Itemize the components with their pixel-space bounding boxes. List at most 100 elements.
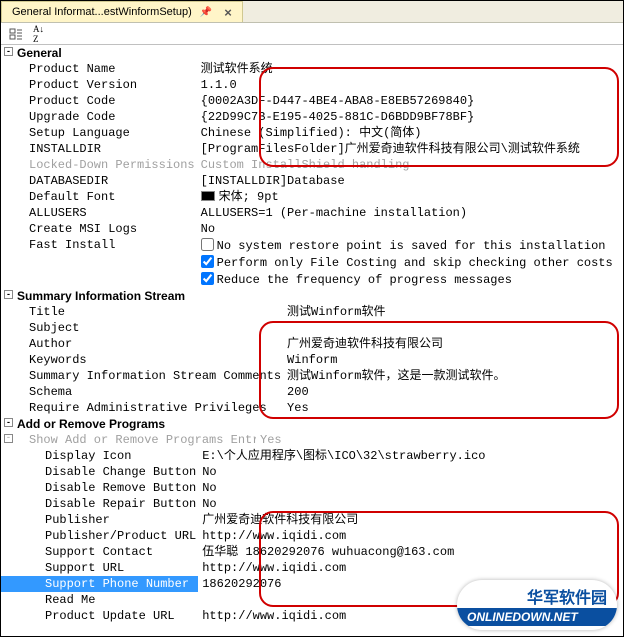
property-value[interactable]: 伍华聪 18620292076 wuhuacong@163.com xyxy=(198,544,487,560)
property-value[interactable]: 测试软件系统 xyxy=(197,61,615,77)
property-value[interactable]: http://www.iqidi.com xyxy=(198,528,487,544)
collapse-icon[interactable]: - xyxy=(4,418,13,427)
property-row[interactable]: Default Font 宋体; 9pt xyxy=(1,189,615,205)
property-label: Disable Remove Button xyxy=(1,481,196,495)
property-label: Keywords xyxy=(1,353,87,367)
close-icon[interactable]: × xyxy=(220,5,236,20)
property-value[interactable]: {22D99C7B-E195-4025-881C-D6BDD9BF78BF} xyxy=(197,109,615,125)
watermark-url: ONLINEDOWN.NET xyxy=(457,608,617,626)
property-row[interactable]: Upgrade Code{22D99C7B-E195-4025-881C-D6B… xyxy=(1,109,615,125)
property-value[interactable]: http://www.iqidi.com xyxy=(198,608,487,624)
property-label: Setup Language xyxy=(1,126,130,140)
collapse-icon[interactable]: - xyxy=(4,47,13,56)
checkbox[interactable] xyxy=(201,238,214,251)
property-value[interactable]: E:\个人应用程序\图标\ICO\32\strawberry.ico xyxy=(198,448,487,464)
property-row[interactable]: Product Update URL http://www.iqidi.com xyxy=(1,608,487,624)
property-value[interactable]: 测试Winform软件，这是一款测试软件。 xyxy=(283,368,507,384)
property-row[interactable]: Require Administrative PrivilegesYes xyxy=(1,400,507,416)
property-row[interactable]: Publisher 广州爱奇迪软件科技有限公司 xyxy=(1,512,487,528)
property-value[interactable]: Yes xyxy=(283,400,507,416)
property-value[interactable]: 广州爱奇迪软件科技有限公司 xyxy=(198,512,487,528)
property-row[interactable]: Create MSI Logs No xyxy=(1,221,615,237)
active-tab[interactable]: General Informat...estWinformSetup) 📌 × xyxy=(1,1,243,22)
property-value[interactable]: 200 xyxy=(283,384,507,400)
section-general[interactable]: -General xyxy=(1,45,623,61)
watermark-name: 华军软件园 xyxy=(457,580,617,608)
property-value[interactable]: 18620292076 xyxy=(198,576,487,592)
pin-icon[interactable]: 📌 xyxy=(200,7,212,18)
property-value[interactable]: No xyxy=(197,221,615,237)
property-label: Publisher xyxy=(1,513,110,527)
property-row[interactable]: Keywords Winform xyxy=(1,352,507,368)
checkbox[interactable] xyxy=(201,272,214,285)
property-row[interactable]: Disable Remove ButtonNo xyxy=(1,480,487,496)
arp-show-entry[interactable]: -Show Add or Remove Programs Entry Yes xyxy=(1,432,623,448)
property-value[interactable]: http://www.iqidi.com xyxy=(198,560,487,576)
property-row[interactable]: Reduce the frequency of progress message… xyxy=(1,271,615,288)
sort-az-button[interactable]: A↓Z xyxy=(29,22,48,46)
property-label: Default Font xyxy=(1,190,115,204)
property-value[interactable]: 测试Winform软件 xyxy=(283,304,507,320)
property-value[interactable]: Custom InstallShield handling xyxy=(197,157,615,173)
property-row[interactable]: Disable Change ButtonNo xyxy=(1,464,487,480)
property-label: Fast Install xyxy=(1,238,115,252)
property-value[interactable]: Perform only File Costing and skip check… xyxy=(197,254,615,271)
property-row[interactable]: Support URLhttp://www.iqidi.com xyxy=(1,560,487,576)
property-row[interactable]: Schema200 xyxy=(1,384,507,400)
property-row[interactable]: Display IconE:\个人应用程序\图标\ICO\32\strawber… xyxy=(1,448,487,464)
tab-bar: General Informat...estWinformSetup) 📌 × xyxy=(1,1,623,23)
property-value[interactable]: No xyxy=(198,464,487,480)
property-row[interactable]: Product Name 测试软件系统 xyxy=(1,61,615,77)
property-row[interactable]: Support Contact伍华聪 18620292076 wuhuacong… xyxy=(1,544,487,560)
property-label: Create MSI Logs xyxy=(1,222,137,236)
tab-title: General Informat...estWinformSetup) xyxy=(12,6,192,18)
property-row[interactable]: Locked-Down PermissionsCustom InstallShi… xyxy=(1,157,615,173)
property-value[interactable]: No xyxy=(198,496,487,512)
property-value[interactable] xyxy=(198,592,487,608)
property-row[interactable]: Summary Information Stream Comments测试Win… xyxy=(1,368,507,384)
property-row[interactable]: Subject xyxy=(1,320,507,336)
property-value[interactable]: [ProgramFilesFolder]广州爱奇迪软件科技有限公司\测试软件系统 xyxy=(197,141,615,157)
property-label: Support Phone Number xyxy=(1,577,189,591)
watermark-logo: 华军软件园 ONLINEDOWN.NET xyxy=(457,580,617,630)
property-label: Read Me xyxy=(1,593,95,607)
property-value[interactable]: [INSTALLDIR]Database xyxy=(197,173,615,189)
property-label: Product Name xyxy=(1,62,115,76)
property-row[interactable]: Disable Repair ButtonNo xyxy=(1,496,487,512)
section-arp[interactable]: -Add or Remove Programs xyxy=(1,416,623,432)
property-row[interactable]: Title测试Winform软件 xyxy=(1,304,507,320)
categorized-view-button[interactable] xyxy=(5,25,27,43)
property-value[interactable]: Chinese (Simplified): 中文(简体) xyxy=(197,125,615,141)
property-row[interactable]: Publisher/Product URLhttp://www.iqidi.co… xyxy=(1,528,487,544)
property-label: Summary Information Stream Comments xyxy=(1,369,281,383)
property-value[interactable]: ALLUSERS=1 (Per-machine installation) xyxy=(197,205,615,221)
property-value[interactable]: 广州爱奇迪软件科技有限公司 xyxy=(283,336,507,352)
property-value[interactable]: {0002A3DF-D447-4BE4-ABA8-E8EB57269840} xyxy=(197,93,615,109)
property-row[interactable]: Fast Install No system restore point is s… xyxy=(1,237,615,254)
property-row[interactable]: Product Version1.1.0 xyxy=(1,77,615,93)
property-label: Subject xyxy=(1,321,79,335)
collapse-icon[interactable]: - xyxy=(4,290,13,299)
property-row[interactable]: Support Phone Number 18620292076 xyxy=(1,576,487,592)
property-value[interactable]: Reduce the frequency of progress message… xyxy=(197,271,615,288)
property-value[interactable]: No xyxy=(198,480,487,496)
property-row[interactable]: Setup Language Chinese (Simplified): 中文(简… xyxy=(1,125,615,141)
property-row[interactable]: Author广州爱奇迪软件科技有限公司 xyxy=(1,336,507,352)
property-value[interactable]: No system restore point is saved for thi… xyxy=(197,237,615,254)
property-value[interactable] xyxy=(283,320,507,336)
property-row[interactable]: Product Code{0002A3DF-D447-4BE4-ABA8-E8E… xyxy=(1,93,615,109)
collapse-icon[interactable]: - xyxy=(4,434,13,443)
property-value[interactable]: 宋体; 9pt xyxy=(197,189,615,205)
section-summary[interactable]: -Summary Information Stream xyxy=(1,288,623,304)
property-label: INSTALLDIR xyxy=(1,142,101,156)
property-row[interactable]: Read Me xyxy=(1,592,487,608)
property-row[interactable]: INSTALLDIR [ProgramFilesFolder]广州爱奇迪软件科技有… xyxy=(1,141,615,157)
property-value[interactable]: 1.1.0 xyxy=(197,77,615,93)
property-label: Publisher/Product URL xyxy=(1,529,196,543)
property-value[interactable]: Winform xyxy=(283,352,507,368)
property-label: Product Update URL xyxy=(1,609,175,623)
property-row[interactable]: ALLUSERSALLUSERS=1 (Per-machine installa… xyxy=(1,205,615,221)
property-row[interactable]: DATABASEDIR[INSTALLDIR]Database xyxy=(1,173,615,189)
property-row[interactable]: Perform only File Costing and skip check… xyxy=(1,254,615,271)
checkbox[interactable] xyxy=(201,255,214,268)
